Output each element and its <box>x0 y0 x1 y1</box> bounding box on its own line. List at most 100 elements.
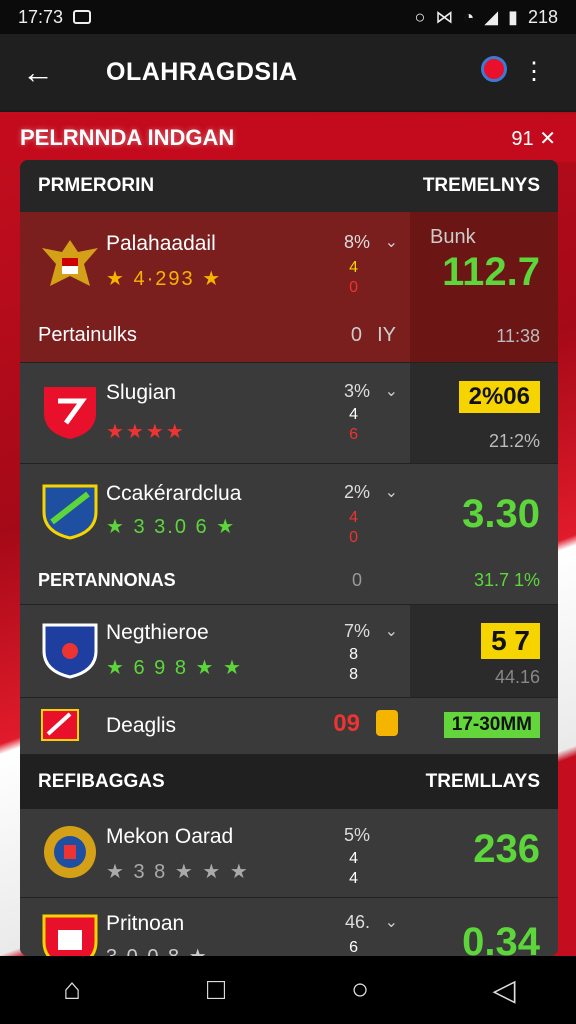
match-row[interactable]: Palahaadail ★ 4·293 ★ 8% ⌄ 4 0 Pertainul… <box>20 212 558 363</box>
alarm-icon: ○ <box>414 6 426 27</box>
team-rating: ★ 3 8 ★ ★ ★ <box>106 861 250 883</box>
chevron-down-icon[interactable]: ⌄ <box>385 482 398 502</box>
match-time: 31.7 1% <box>473 570 540 590</box>
odds-panel: 0.34 <box>410 898 558 956</box>
row-sublabel: PERTANNONAS <box>38 570 176 590</box>
row-sublabel: Pertainulks <box>38 324 137 346</box>
section-right-label: TREMLLAYS <box>425 771 540 792</box>
team-rating: ★ 3 3.0 6 ★ <box>106 516 237 538</box>
back-arrow-icon[interactable]: ← <box>22 54 82 91</box>
team-name: Mekon Oarad <box>106 825 234 848</box>
message-icon <box>73 10 92 24</box>
score: 09 <box>333 710 360 737</box>
club-shield-icon <box>42 484 98 540</box>
search-button[interactable] <box>474 55 514 89</box>
odds-value[interactable]: 0.34 <box>462 920 540 956</box>
bottom-nav: ⌂ □ ○ ◁ <box>0 956 576 1024</box>
match-info: Pritnoan 3 0 0 8 ★ 46. ⌄ 6 <box>20 898 410 956</box>
match-info: Ccakérardclua ★ 3 3.0 6 ★ 2% ⌄ 4 0 PERTA… <box>20 464 410 604</box>
sub-icon: 0 <box>350 324 362 346</box>
signal-icon: ◢ <box>484 6 499 27</box>
odds-value[interactable]: 236 <box>473 827 540 872</box>
match-row[interactable]: Pritnoan 3 0 0 8 ★ 46. ⌄ 6 0.34 <box>20 898 558 956</box>
percentage: 2% <box>343 482 370 502</box>
odds-panel: Bunk 112.7 11:38 <box>410 212 558 362</box>
percentage: 46. <box>344 912 370 932</box>
banner-title: PELRNNDA INDGAN <box>20 125 235 150</box>
match-info: Mekon Oarad ★ 3 8 ★ ★ ★ 5% 4 4 <box>20 809 410 897</box>
battery-level: 218 <box>527 6 558 27</box>
match-info: Deaglis 09 <box>20 698 410 754</box>
more-options-icon[interactable]: ⋮ <box>514 60 554 84</box>
club-shield-icon <box>44 387 96 439</box>
score-stack: 4 4 <box>349 850 358 887</box>
score-stack: 6 <box>349 939 358 956</box>
team-name: Negthieroe <box>106 621 209 644</box>
chevron-down-icon[interactable]: ⌄ <box>385 381 398 401</box>
team-name: Palahaadail <box>106 232 216 255</box>
odds-value[interactable]: 5 7 <box>481 623 540 659</box>
sub-icon: 0 <box>351 570 362 590</box>
score-stack: 4 6 <box>349 406 358 443</box>
flag-icon <box>41 709 79 741</box>
percentage: 7% <box>343 621 370 641</box>
chevron-down-icon[interactable]: ⌄ <box>385 232 398 252</box>
match-row[interactable]: Negthieroe ★ 6 9 8 ★ ★ 7% ⌄ 8 8 5 7 44.1… <box>20 605 558 698</box>
team-rating: ★ 6 9 8 ★ ★ <box>106 657 243 679</box>
search-icon <box>481 55 507 82</box>
section-header: PRMERORIN TREMELNYS <box>20 160 558 212</box>
garuda-crest-icon <box>42 240 98 286</box>
recents-icon[interactable]: □ <box>186 973 246 1007</box>
match-row[interactable]: Mekon Oarad ★ 3 8 ★ ★ ★ 5% 4 4 236 <box>20 809 558 898</box>
score-stack: 8 8 <box>349 646 358 683</box>
percentage: 3% <box>343 381 370 401</box>
club-shield-icon <box>42 623 98 679</box>
odds-value[interactable]: 2%06 <box>458 381 540 413</box>
odds-panel: 2%06 21:2% <box>410 363 558 463</box>
lock-icon <box>376 710 398 736</box>
odds-value[interactable]: 3.30 <box>462 492 540 537</box>
match-row[interactable]: Ccakérardclua ★ 3 3.0 6 ★ 2% ⌄ 4 0 PERTA… <box>20 464 558 605</box>
score-stack: 4 0 <box>349 509 358 546</box>
wifi-icon: ◔ <box>463 6 475 27</box>
team-name: Slugian <box>106 381 177 404</box>
match-info: Slugian ★★★★ 3% ⌄ 4 6 <box>20 363 410 463</box>
chevron-down-icon[interactable]: ⌄ <box>385 621 398 641</box>
matches-panel: PRMERORIN TREMELNYS Palahaadail ★ 4·293 … <box>20 160 558 956</box>
match-time: 11:38 <box>496 326 540 346</box>
match-row[interactable]: Slugian ★★★★ 3% ⌄ 4 6 2%06 21:2% <box>20 363 558 464</box>
back-triangle-icon[interactable]: ◁ <box>474 973 534 1008</box>
team-rating: ★★★★ <box>106 421 186 443</box>
section-right-label: TREMELNYS <box>422 175 540 196</box>
section-title: REFIBAGGAS <box>38 771 165 792</box>
odds-panel: 3.30 31.7 1% <box>410 464 558 604</box>
score-stack: 4 0 <box>349 259 358 296</box>
banner-close[interactable]: 91 ✕ <box>511 126 556 151</box>
odds-label: Bunk <box>430 226 476 248</box>
section-header: REFIBAGGAS TREMLLAYS <box>20 755 558 809</box>
odds-value[interactable]: 17-30MM <box>443 712 540 738</box>
match-time: 44.16 <box>494 667 540 687</box>
percentage: 5% <box>343 825 370 845</box>
sub-mid: IY <box>377 324 396 346</box>
team-rating: 3 0 0 8 ★ <box>106 944 209 956</box>
odds-panel: 5 7 44.16 <box>410 605 558 697</box>
match-time: 21:2% <box>488 431 540 451</box>
chevron-down-icon[interactable]: ⌄ <box>385 912 398 932</box>
team-name: Deaglis <box>106 714 177 737</box>
clock: 17:73 <box>18 6 64 27</box>
team-name: Ccakérardclua <box>106 482 242 505</box>
odds-value[interactable]: 112.7 <box>442 250 540 295</box>
club-crest-icon <box>44 826 96 878</box>
match-info: Palahaadail ★ 4·293 ★ 8% ⌄ 4 0 Pertainul… <box>20 212 410 362</box>
match-row[interactable]: Deaglis 09 17-30MM <box>20 698 558 755</box>
app-title: OLAHRAGDSIA <box>106 57 298 86</box>
home-icon[interactable]: ⌂ <box>42 973 102 1007</box>
club-shield-icon <box>42 914 98 956</box>
home-circle-icon[interactable]: ○ <box>330 973 390 1007</box>
battery-icon: ▮ <box>508 6 518 27</box>
status-bar: 17:73 ○ ⋈ ◔ ◢ ▮ 218 <box>0 0 576 34</box>
banner: PELRNNDA INDGAN 91 ✕ <box>0 114 576 162</box>
section-title: PRMERORIN <box>38 175 155 196</box>
team-name: Pritnoan <box>106 912 185 935</box>
